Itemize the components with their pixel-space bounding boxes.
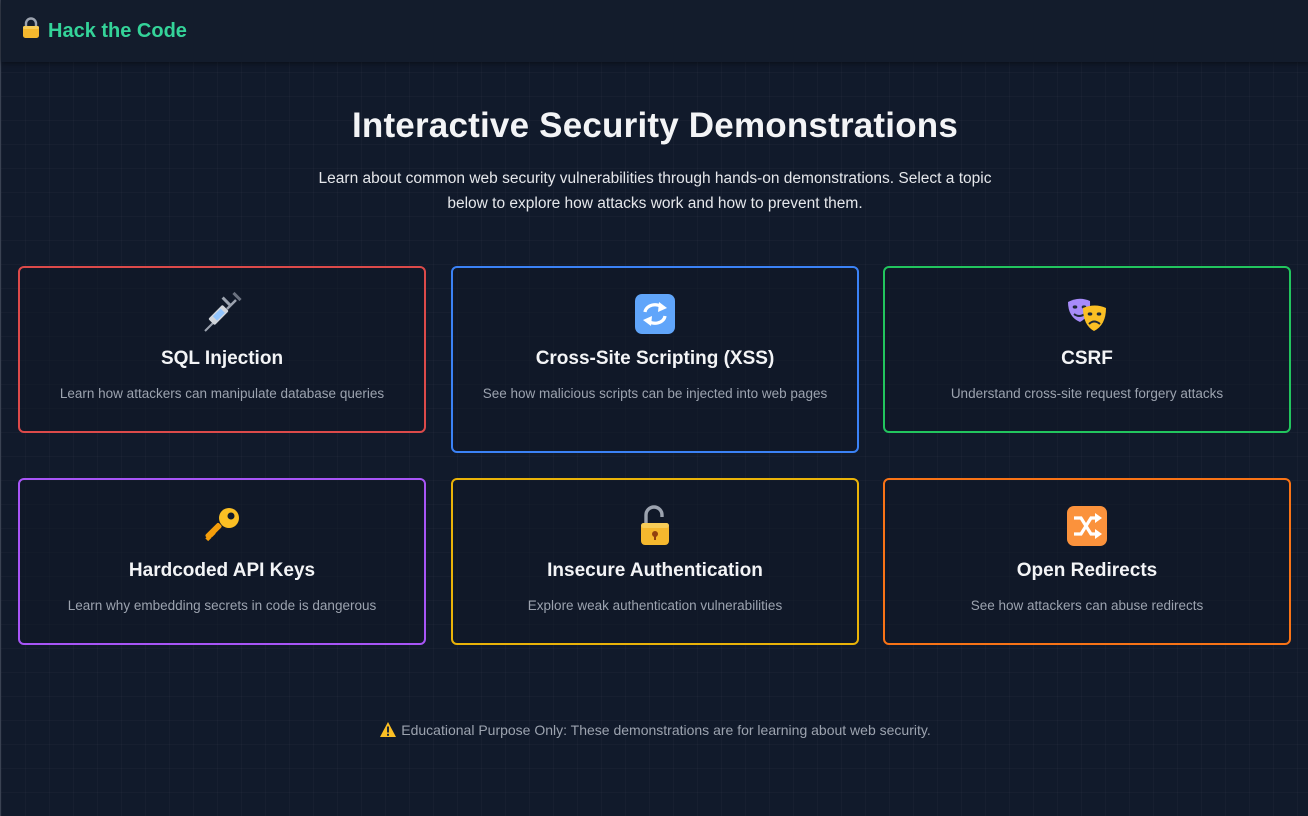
lock-icon [21, 17, 41, 45]
card-description: Explore weak authentication vulnerabilit… [527, 598, 783, 613]
brand-link[interactable]: Hack the Code [21, 17, 187, 45]
theater-masks-icon [1065, 292, 1109, 336]
card-description: See how attackers can abuse redirects [970, 598, 1204, 613]
page-description: Learn about common web security vulnerab… [318, 170, 992, 212]
card-description: Understand cross-site request forgery at… [950, 386, 1224, 401]
card-xss[interactable]: Cross-Site Scripting (XSS) See how malic… [451, 266, 859, 453]
card-description: See how malicious scripts can be injecte… [482, 386, 828, 401]
syringe-icon [200, 291, 244, 336]
page: Hack the Code Interactive Security Demon… [0, 0, 1308, 816]
shuffle-icon [1065, 504, 1109, 548]
disclaimer: Educational Purpose Only: These demonstr… [1, 721, 1308, 741]
warning-icon [379, 721, 397, 741]
navbar: Hack the Code [1, 0, 1308, 62]
card-title: Insecure Authentication [547, 560, 763, 581]
card-title: SQL Injection [160, 348, 284, 369]
card-csrf[interactable]: CSRF Understand cross-site request forge… [883, 266, 1291, 433]
card-title: Open Redirects [1016, 560, 1158, 581]
page-title: Interactive Security Demonstrations [351, 106, 959, 145]
key-icon [200, 504, 244, 548]
disclaimer-text: Educational Purpose Only: These demonstr… [401, 722, 931, 738]
card-description: Learn how attackers can manipulate datab… [59, 386, 385, 401]
card-description: Learn why embedding secrets in code is d… [67, 598, 377, 613]
card-title: Hardcoded API Keys [128, 560, 316, 581]
card-open-redirects[interactable]: Open Redirects See how attackers can abu… [883, 478, 1291, 645]
card-title: CSRF [1061, 348, 1113, 369]
brand-name: Hack the Code [48, 19, 187, 42]
card-hardcoded-api-keys[interactable]: Hardcoded API Keys Learn why embedding s… [18, 478, 426, 645]
unlocked-padlock-icon [633, 504, 677, 548]
card-insecure-authentication[interactable]: Insecure Authentication Explore weak aut… [451, 478, 859, 645]
card-title: Cross-Site Scripting (XSS) [535, 348, 775, 369]
arrows-cycle-icon [633, 292, 677, 336]
card-sql-injection[interactable]: SQL Injection Learn how attackers can ma… [18, 266, 426, 433]
hero: Interactive Security Demonstrations Lear… [1, 106, 1308, 216]
